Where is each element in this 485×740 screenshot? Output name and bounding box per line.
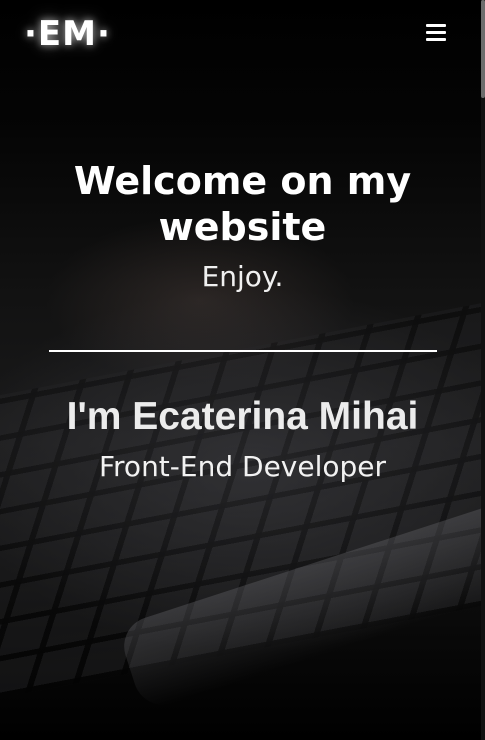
welcome-subtitle: Enjoy. bbox=[201, 260, 284, 293]
hamburger-menu-icon[interactable] bbox=[426, 24, 448, 42]
scrollbar-thumb[interactable] bbox=[481, 0, 485, 98]
developer-role: Front-End Developer bbox=[98, 450, 387, 483]
section-divider bbox=[49, 350, 437, 352]
menu-bar bbox=[426, 24, 446, 27]
page: ·EM· Welcome on my website Enjoy. I'm Ec… bbox=[0, 0, 485, 740]
developer-name: I'm Ecaterina Mihai bbox=[66, 395, 419, 438]
menu-bar bbox=[426, 38, 446, 41]
menu-bar bbox=[426, 31, 446, 34]
site-header: ·EM· bbox=[0, 0, 485, 70]
site-logo[interactable]: ·EM· bbox=[24, 14, 111, 54]
hero-background-image bbox=[0, 0, 485, 740]
welcome-title: Welcome on my website bbox=[73, 159, 412, 249]
welcome-section: Welcome on my website Enjoy. bbox=[0, 158, 485, 294]
scrollbar[interactable] bbox=[481, 0, 485, 740]
intro-section: I'm Ecaterina Mihai Front-End Developer bbox=[0, 394, 485, 484]
